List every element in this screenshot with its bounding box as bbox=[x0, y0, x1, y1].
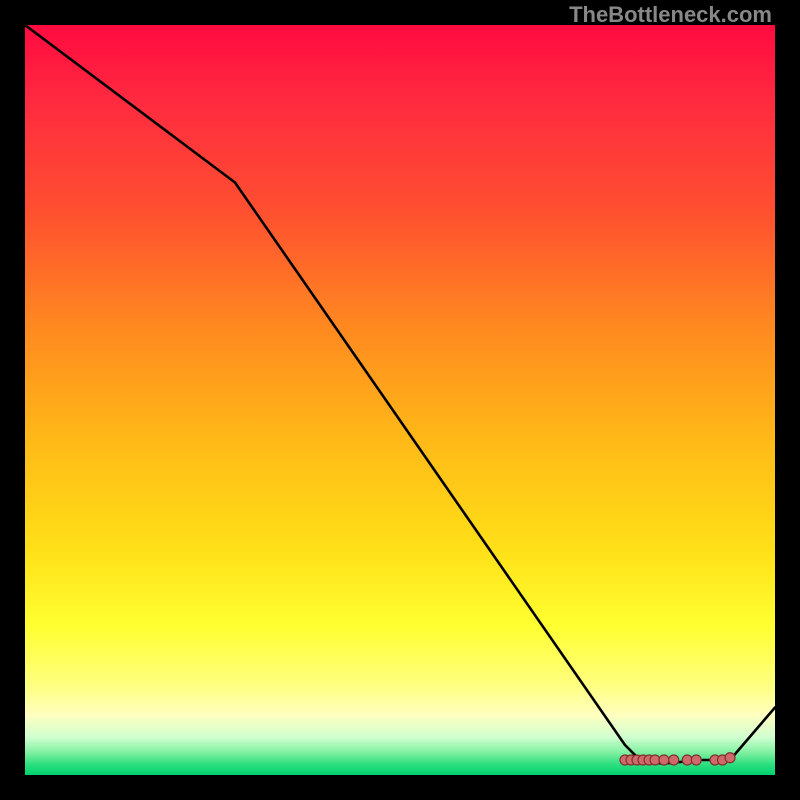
gradient-background bbox=[25, 25, 775, 775]
plot-area bbox=[25, 25, 775, 775]
chart-container: TheBottleneck.com bbox=[0, 0, 800, 800]
